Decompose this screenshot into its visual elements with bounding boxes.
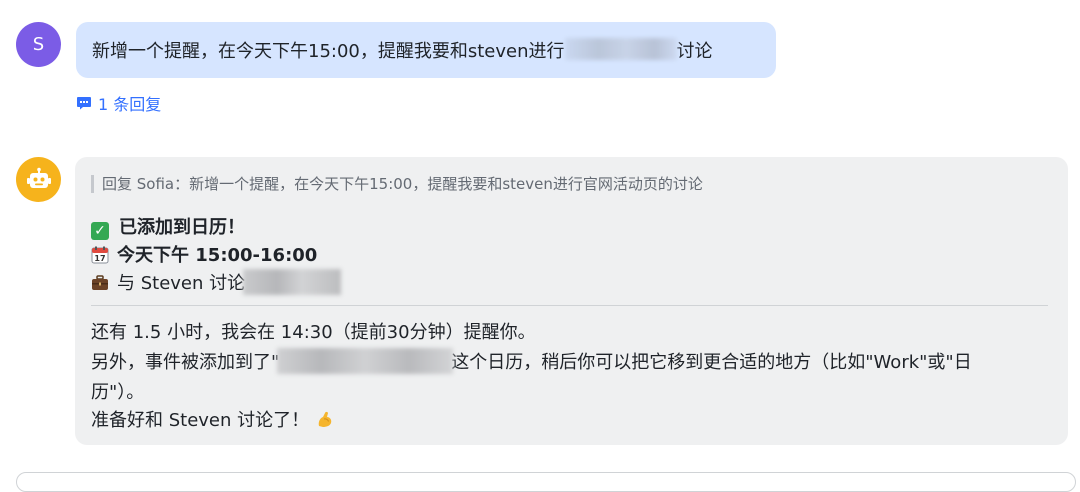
added-label: 已添加到日历！: [119, 217, 245, 238]
closing-text: 准备好和 Steven 讨论了！: [91, 410, 310, 431]
svg-text:17: 17: [94, 254, 105, 263]
user-message-text-after: 讨论: [676, 41, 713, 62]
calendar-note-before: 另外，事件被添加到了": [91, 352, 280, 373]
user-message-text-before: 新增一个提醒，在今天下午15:00，提醒我要和steven进行: [92, 41, 565, 62]
calendar-note-after: 这个日历，稍后你可以把它移到更合适的地方（比如"Work"或"日: [451, 352, 972, 373]
thread-replies-link[interactable]: 1 条回复: [76, 91, 161, 115]
thread-replies-label: 1 条回复: [98, 95, 162, 114]
briefcase-icon: [92, 275, 108, 290]
closing-line: 准备好和 Steven 讨论了！: [91, 406, 335, 436]
redacted-text: [277, 348, 454, 374]
redacted-text: [564, 38, 677, 60]
reminder-note: 还有 1.5 小时，我会在 14:30（提前30分钟）提醒你。: [91, 322, 536, 343]
event-time: 今天下午 15:00-16:00: [117, 245, 318, 266]
message-input-box[interactable]: [16, 472, 1076, 492]
calendar-note-line-1: 另外，事件被添加到了" 这个日历，稍后你可以把它移到更合适的地方（比如"Work"…: [91, 348, 972, 378]
flexed-arm-icon: [318, 411, 332, 427]
event-title: 与 Steven 讨论: [117, 273, 246, 294]
check-icon: ✓: [91, 222, 109, 240]
redacted-text: [243, 269, 342, 295]
calendar-icon: 17: [91, 246, 109, 264]
bot-message-card[interactable]: 回复 Sofia：新增一个提醒，在今天下午15:00，提醒我要和steven进行…: [75, 157, 1068, 445]
user-avatar[interactable]: S: [16, 22, 61, 67]
robot-icon: [26, 167, 51, 188]
added-to-calendar-line: ✓ 已添加到日历！: [91, 213, 245, 240]
user-message-bubble[interactable]: 新增一个提醒，在今天下午15:00，提醒我要和steven进行 讨论: [76, 22, 776, 78]
divider: [91, 305, 1048, 306]
calendar-note-line-2: 历"）。: [91, 382, 145, 403]
event-time-line: 17 今天下午 15:00-16:00: [91, 241, 317, 267]
user-avatar-initial: S: [32, 34, 45, 55]
quoted-reply: 回复 Sofia：新增一个提醒，在今天下午15:00，提醒我要和steven进行…: [91, 175, 703, 193]
bot-avatar[interactable]: [16, 157, 61, 202]
reply-comment-icon: [76, 95, 92, 111]
event-title-line: 与 Steven 讨论: [91, 269, 342, 295]
